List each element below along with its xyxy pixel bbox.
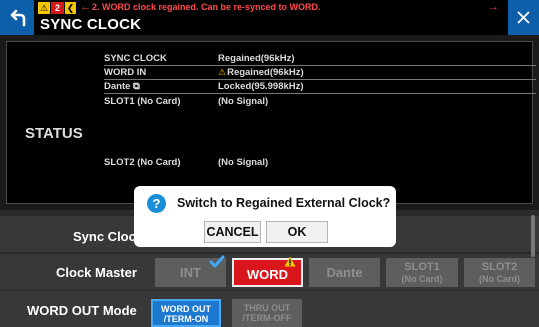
message-count-badge: 2 — [51, 2, 64, 14]
button-line2: /TERM-OFF — [242, 313, 292, 323]
status-row-slot1: SLOT1 (No Card) (No Signal) — [104, 95, 536, 109]
status-value: Regained(96kHz) — [227, 67, 304, 78]
thru-out-term-off-button[interactable]: THRU OUT/TERM-OFF — [232, 299, 302, 327]
status-key: Dante ⧉ — [104, 81, 140, 92]
right-arrow-icon: → — [488, 1, 499, 13]
button-line1: THRU OUT — [243, 303, 291, 313]
status-key: SLOT1 (No Card) — [104, 96, 181, 107]
word-out-row: WORD OUT Mode WORD OUT/TERM-ON THRU OUT /… — [0, 290, 539, 327]
back-button[interactable] — [0, 0, 34, 35]
status-key: SLOT2 (No Card) — [104, 157, 181, 168]
ok-button[interactable]: OK — [266, 221, 328, 243]
status-label: STATUS — [25, 125, 83, 142]
status-value: Locked(95.998kHz) — [218, 81, 304, 92]
left-arrow-icon: ← — [80, 1, 91, 13]
status-value: (No Signal) — [218, 157, 269, 168]
status-panel: STATUS SYNC CLOCK Regained(96kHz) WORD I… — [0, 35, 539, 210]
status-row-slot2: SLOT2 (No Card) (No Signal) — [104, 156, 536, 170]
status-row-dante: Dante ⧉ Locked(95.998kHz) — [104, 80, 536, 94]
word-out-label: WORD OUT Mode — [27, 303, 137, 318]
sync-clock-label: Sync Cloc — [73, 229, 136, 244]
question-icon: ? — [147, 194, 166, 213]
button-line1: WORD OUT — [161, 304, 211, 314]
close-button[interactable] — [508, 0, 539, 35]
clock-master-row: Clock Master INT WORD Dante SLOT1 (No Car… — [0, 253, 539, 290]
checkmark-icon — [209, 255, 225, 268]
status-value: Regained(96kHz) — [218, 53, 295, 64]
warning-icon: ⚠ — [38, 2, 50, 14]
clock-slot1-button[interactable]: SLOT1 (No Card) — [386, 258, 458, 287]
clock-dante-button[interactable]: Dante — [309, 258, 380, 287]
button-label: SLOT2 — [481, 261, 518, 273]
button-label: Dante — [326, 265, 363, 280]
warning-icon: ⚠ — [218, 67, 227, 77]
status-table: STATUS SYNC CLOCK Regained(96kHz) WORD I… — [6, 41, 536, 204]
confirm-dialog: ? Switch to Regained External Clock? CAN… — [134, 186, 396, 247]
status-value-wrap: ⚠Regained(96kHz) — [218, 67, 304, 78]
previous-message-icon[interactable]: ❮ — [65, 2, 76, 14]
close-icon — [517, 11, 530, 24]
button-line2: /TERM-ON — [163, 314, 209, 324]
status-value: (No Signal) — [218, 96, 269, 107]
status-message: 2. WORD clock regained. Can be re-synced… — [92, 2, 321, 12]
status-key: SYNC CLOCK — [104, 53, 167, 64]
dialog-message: Switch to Regained External Clock? — [177, 196, 391, 210]
warning-icon — [284, 256, 296, 267]
word-out-term-on-button[interactable]: WORD OUT/TERM-ON — [151, 299, 221, 327]
clock-slot2-button[interactable]: SLOT2 (No Card) — [464, 258, 535, 287]
page-title: SYNC CLOCK — [40, 16, 142, 33]
button-sublabel: (No Card) — [479, 274, 520, 284]
status-row-sync-clock: SYNC CLOCK Regained(96kHz) — [104, 52, 536, 66]
clock-master-label: Clock Master — [56, 265, 137, 280]
back-arrow-icon — [10, 9, 26, 27]
cancel-button[interactable]: CANCEL — [204, 221, 261, 243]
scrollbar[interactable] — [531, 215, 535, 257]
header-bar: SYNC CLOCK ⚠ 2 ❮ ← 2. WORD clock regaine… — [0, 0, 539, 35]
button-sublabel: (No Card) — [401, 274, 443, 284]
button-label: SLOT1 — [404, 261, 440, 273]
message-bar[interactable]: ⚠ 2 ❮ ← 2. WORD clock regained. Can be r… — [34, 0, 508, 16]
status-row-word-in: WORD IN ⚠Regained(96kHz) — [104, 66, 536, 80]
status-key: WORD IN — [104, 67, 147, 78]
